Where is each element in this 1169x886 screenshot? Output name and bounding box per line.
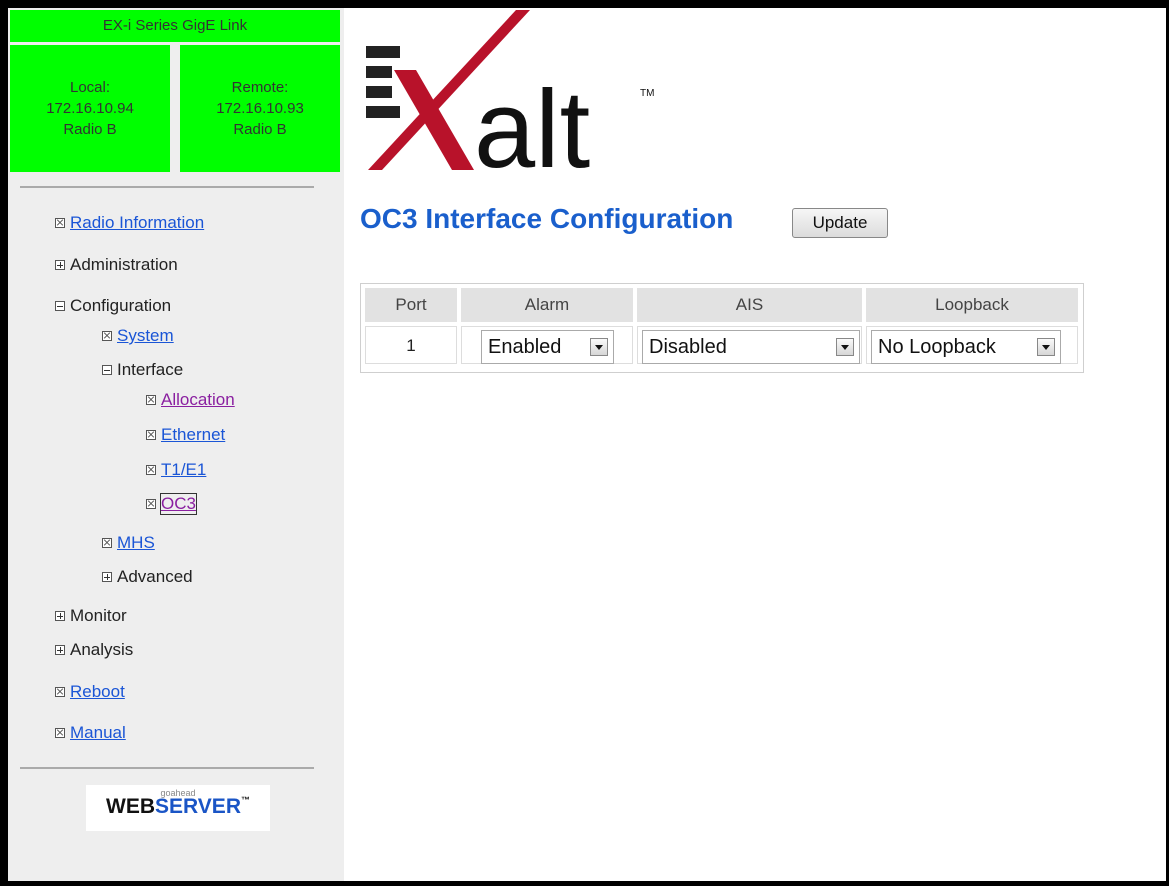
nav-manual-link[interactable]: Manual bbox=[70, 723, 126, 743]
alarm-select-value: Enabled bbox=[488, 336, 562, 358]
local-radio-box: Local: 172.16.10.94 Radio B bbox=[10, 45, 170, 172]
item-icon bbox=[55, 218, 65, 228]
nav-t1e1[interactable]: T1/E1 bbox=[146, 460, 206, 480]
nav-configuration[interactable]: Configuration bbox=[55, 296, 171, 316]
logo-tm: TM bbox=[640, 88, 654, 99]
nav-interface[interactable]: Interface bbox=[102, 360, 183, 380]
port-cell: 1 bbox=[365, 326, 457, 364]
item-icon bbox=[146, 395, 156, 405]
local-ip: 172.16.10.94 bbox=[46, 100, 134, 117]
nav-advanced-label: Advanced bbox=[117, 567, 193, 586]
nav-administration-label: Administration bbox=[70, 255, 178, 274]
expand-icon[interactable] bbox=[102, 572, 112, 582]
webserver-text: WEBSERVER™ bbox=[86, 795, 270, 819]
nav-analysis[interactable]: Analysis bbox=[55, 640, 133, 660]
ais-select-value: Disabled bbox=[649, 336, 727, 358]
series-banner: EX-i Series GigE Link bbox=[10, 10, 340, 42]
item-icon bbox=[102, 331, 112, 341]
nav-allocation[interactable]: Allocation bbox=[146, 390, 235, 410]
nav-advanced[interactable]: Advanced bbox=[102, 567, 193, 587]
oc3-config-table: Port Alarm AIS Loopback 1 Enabled Disabl… bbox=[360, 283, 1084, 373]
item-icon bbox=[55, 687, 65, 697]
column-header-loopback: Loopback bbox=[866, 288, 1078, 322]
dropdown-arrow-icon[interactable] bbox=[1037, 338, 1055, 356]
nav-mhs[interactable]: MHS bbox=[102, 533, 155, 553]
nav-system-link[interactable]: System bbox=[117, 326, 174, 346]
nav-reboot[interactable]: Reboot bbox=[55, 682, 125, 702]
dropdown-arrow-icon[interactable] bbox=[590, 338, 608, 356]
sidebar-divider-bottom bbox=[20, 767, 314, 769]
webserver-server: SERVER bbox=[155, 795, 241, 818]
nav-manual[interactable]: Manual bbox=[55, 723, 126, 743]
remote-ip: 172.16.10.93 bbox=[216, 100, 304, 117]
nav-monitor-label: Monitor bbox=[70, 606, 127, 625]
nav-mhs-link[interactable]: MHS bbox=[117, 533, 155, 553]
nav-t1e1-link[interactable]: T1/E1 bbox=[161, 460, 206, 480]
nav-configuration-label: Configuration bbox=[70, 296, 172, 315]
update-button[interactable]: Update bbox=[792, 208, 888, 238]
nav-ethernet[interactable]: Ethernet bbox=[146, 425, 225, 445]
nav-oc3-link[interactable]: OC3 bbox=[160, 493, 197, 515]
column-header-ais: AIS bbox=[637, 288, 862, 322]
webserver-tm: ™ bbox=[240, 795, 250, 805]
dropdown-arrow-icon[interactable] bbox=[836, 338, 854, 356]
exalt-logo: alt TM bbox=[366, 10, 654, 180]
nav-oc3[interactable]: OC3 bbox=[146, 493, 197, 515]
nav-radio-information-link[interactable]: Radio Information bbox=[70, 213, 204, 233]
alarm-select[interactable]: Enabled bbox=[481, 330, 614, 364]
nav-radio-information[interactable]: Radio Information bbox=[55, 213, 204, 233]
nav-system[interactable]: System bbox=[102, 326, 174, 346]
item-icon bbox=[146, 465, 156, 475]
item-icon bbox=[146, 430, 156, 440]
local-label: Local: bbox=[69, 79, 111, 96]
loopback-select[interactable]: No Loopback bbox=[871, 330, 1061, 364]
item-icon bbox=[146, 499, 156, 509]
column-header-alarm: Alarm bbox=[461, 288, 633, 322]
local-radio: Radio B bbox=[63, 121, 117, 138]
collapse-icon[interactable] bbox=[102, 365, 112, 375]
expand-icon[interactable] bbox=[55, 611, 65, 621]
goahead-webserver-logo: goahead WEBSERVER™ bbox=[86, 785, 270, 831]
collapse-icon[interactable] bbox=[55, 301, 65, 311]
nav-administration[interactable]: Administration bbox=[55, 255, 178, 275]
logo-alt: alt bbox=[474, 68, 590, 180]
loopback-select-value: No Loopback bbox=[878, 336, 996, 358]
remote-radio-box: Remote: 172.16.10.93 Radio B bbox=[180, 45, 340, 172]
nav-interface-label: Interface bbox=[117, 360, 184, 379]
expand-icon[interactable] bbox=[55, 645, 65, 655]
column-header-port: Port bbox=[365, 288, 457, 322]
ais-select[interactable]: Disabled bbox=[642, 330, 860, 364]
webserver-web: WEB bbox=[106, 795, 155, 818]
item-icon bbox=[55, 728, 65, 738]
sidebar-divider-top bbox=[20, 186, 314, 188]
nav-ethernet-link[interactable]: Ethernet bbox=[161, 425, 225, 445]
nav-monitor[interactable]: Monitor bbox=[55, 606, 127, 626]
remote-label: Remote: bbox=[231, 79, 289, 96]
nav-reboot-link[interactable]: Reboot bbox=[70, 682, 125, 702]
nav-analysis-label: Analysis bbox=[70, 640, 134, 659]
page-title: OC3 Interface Configuration bbox=[360, 203, 734, 234]
remote-radio: Radio B bbox=[233, 121, 287, 138]
item-icon bbox=[102, 538, 112, 548]
expand-icon[interactable] bbox=[55, 260, 65, 270]
nav-allocation-link[interactable]: Allocation bbox=[161, 390, 235, 410]
